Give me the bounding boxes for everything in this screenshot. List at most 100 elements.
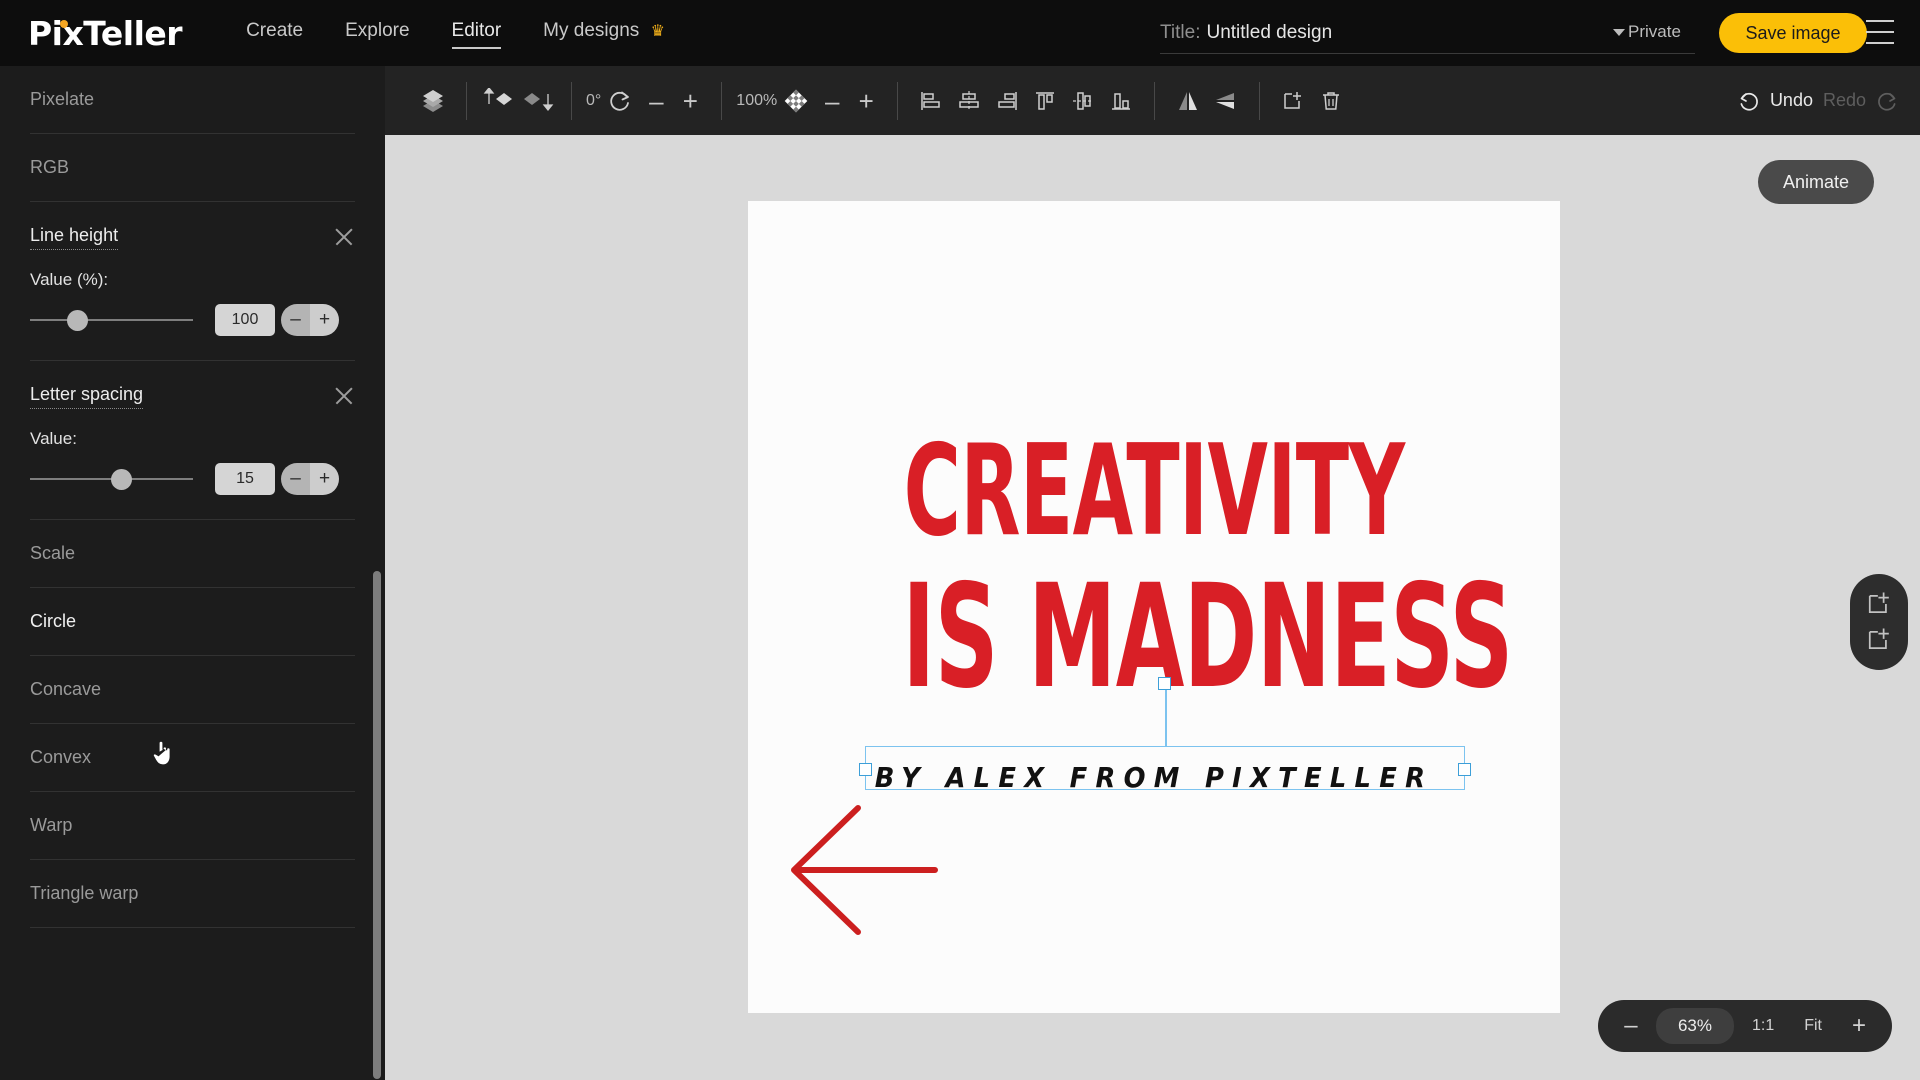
- save-image-button[interactable]: Save image: [1719, 13, 1867, 53]
- crown-icon: ♛: [650, 23, 665, 40]
- rotation-handle-line: [1165, 690, 1167, 747]
- bring-forward-icon[interactable]: [481, 82, 519, 120]
- sidebar-label-scale: Scale: [30, 543, 76, 563]
- chevron-down-icon: [1613, 28, 1625, 36]
- section-title-line-height[interactable]: Line height: [30, 225, 119, 250]
- close-icon-line-height[interactable]: [333, 226, 355, 248]
- section-letter-spacing: Letter spacing Value: – +: [30, 361, 355, 520]
- flip-horizontal-icon[interactable]: [1169, 82, 1207, 120]
- nav-item-explore[interactable]: Explore: [345, 20, 409, 46]
- align-top-icon[interactable]: [1026, 82, 1064, 120]
- slider-letter-spacing[interactable]: [30, 469, 193, 490]
- nav-item-editor[interactable]: Editor: [451, 20, 502, 49]
- toolbar-divider: [897, 81, 899, 120]
- redo-button[interactable]: Redo: [1823, 90, 1866, 111]
- flip-vertical-icon[interactable]: [1207, 82, 1245, 120]
- sidebar-item-pixelate[interactable]: Pixelate: [30, 66, 355, 134]
- increment-letter-spacing[interactable]: +: [310, 463, 339, 495]
- editor-toolbar: 0° – + 100% – + Undo Redo: [385, 66, 1920, 135]
- slider-knob-letter-spacing[interactable]: [110, 469, 132, 490]
- duplicate-frame-icon[interactable]: [1864, 625, 1894, 655]
- sidebar-item-triangle-warp[interactable]: Triangle warp: [30, 860, 355, 928]
- opacity-checker-icon[interactable]: [777, 82, 815, 120]
- nav-item-create[interactable]: Create: [246, 20, 303, 46]
- resize-handle-right[interactable]: [1458, 763, 1471, 776]
- resize-handle-left[interactable]: [859, 763, 872, 776]
- pixteller-logo[interactable]: PixTeller: [28, 13, 183, 53]
- sidebar-item-warp[interactable]: Warp: [30, 792, 355, 860]
- sidebar-scrollbar[interactable]: [373, 571, 381, 1079]
- align-left-icon[interactable]: [912, 82, 950, 120]
- toolbar-divider: [466, 81, 467, 120]
- value-input-line-height[interactable]: [215, 304, 275, 336]
- canvas-stage[interactable]: CREATIVITY IS MADNESS BY ALEX FROM PIXTE…: [385, 135, 1920, 1080]
- slider-row-letter-spacing: – +: [30, 463, 355, 495]
- section-header-letter-spacing: Letter spacing: [30, 379, 355, 413]
- increment-line-height[interactable]: +: [310, 304, 339, 336]
- decrement-letter-spacing[interactable]: –: [281, 463, 310, 495]
- zoom-actual-size-button[interactable]: 1:1: [1740, 1009, 1786, 1043]
- sidebar-label-concave: Concave: [30, 679, 102, 699]
- trash-icon[interactable]: [1312, 82, 1350, 120]
- sidebar-item-circle[interactable]: Circle: [30, 588, 355, 656]
- toolbar-divider: [571, 81, 572, 120]
- rotation-increment[interactable]: +: [673, 88, 707, 114]
- zoom-fit-button[interactable]: Fit: [1792, 1009, 1834, 1043]
- section-title-letter-spacing[interactable]: Letter spacing: [30, 384, 144, 409]
- opacity-decrement[interactable]: –: [815, 88, 849, 114]
- sidebar-item-rgb[interactable]: RGB: [30, 134, 355, 202]
- decrement-line-height[interactable]: –: [281, 304, 310, 336]
- sidebar-label-rgb: RGB: [30, 157, 70, 177]
- history-controls: Undo Redo: [1738, 66, 1898, 135]
- slider-track-line-height: [30, 319, 193, 321]
- privacy-label: Private: [1628, 22, 1681, 41]
- slider-line-height[interactable]: [30, 310, 193, 331]
- nav-item-my-designs[interactable]: My designs ♛: [543, 20, 665, 46]
- sidebar-item-concave[interactable]: Concave: [30, 656, 355, 724]
- opacity-increment[interactable]: +: [849, 88, 883, 114]
- opacity-value[interactable]: 100%: [736, 92, 777, 110]
- slider-knob-line-height[interactable]: [66, 310, 88, 331]
- nav-label-create: Create: [246, 20, 304, 41]
- rotation-decrement[interactable]: –: [639, 88, 673, 114]
- headline-line-1[interactable]: CREATIVITY: [902, 428, 1405, 554]
- layers-icon[interactable]: [414, 82, 452, 120]
- zoom-in-button[interactable]: +: [1840, 1007, 1878, 1045]
- close-icon-letter-spacing[interactable]: [333, 385, 355, 407]
- headline-line-2[interactable]: IS MADNESS: [902, 565, 1513, 708]
- toolbar-divider: [721, 81, 723, 120]
- redo-arrow-icon[interactable]: [1876, 90, 1898, 112]
- selection-box[interactable]: [859, 677, 1471, 790]
- title-label: Title:: [1160, 21, 1201, 43]
- animate-button[interactable]: Animate: [1758, 160, 1874, 204]
- send-backward-icon[interactable]: [519, 82, 557, 120]
- align-right-icon[interactable]: [988, 82, 1026, 120]
- undo-arrow-icon[interactable]: [1738, 90, 1760, 112]
- design-artboard[interactable]: CREATIVITY IS MADNESS BY ALEX FROM PIXTE…: [748, 201, 1560, 1013]
- nav-label-explore: Explore: [345, 20, 410, 41]
- toolbar-divider: [1259, 81, 1261, 120]
- rotation-value[interactable]: 0°: [586, 92, 601, 110]
- sidebar-item-convex[interactable]: Convex: [30, 724, 355, 792]
- duplicate-icon[interactable]: [1274, 82, 1312, 120]
- align-bottom-icon[interactable]: [1102, 82, 1140, 120]
- rotate-icon[interactable]: [601, 82, 639, 120]
- privacy-dropdown[interactable]: Private: [1613, 22, 1681, 42]
- sidebar-item-scale[interactable]: Scale: [30, 520, 355, 588]
- title-input[interactable]: [1206, 21, 1637, 44]
- align-center-vertical-icon[interactable]: [1064, 82, 1102, 120]
- zoom-out-button[interactable]: –: [1612, 1007, 1650, 1045]
- nav-label-editor: Editor: [451, 20, 502, 41]
- logo-dot-icon: [60, 19, 68, 28]
- zoom-percent-display[interactable]: 63%: [1655, 1008, 1734, 1044]
- sidebar-label-convex: Convex: [30, 747, 92, 767]
- hamburger-menu-icon[interactable]: [1866, 20, 1894, 44]
- align-center-horizontal-icon[interactable]: [950, 82, 988, 120]
- logo-text: PixTeller: [28, 13, 183, 53]
- rotation-handle[interactable]: [1158, 677, 1171, 690]
- undo-button[interactable]: Undo: [1770, 90, 1813, 111]
- stepper-letter-spacing: – +: [281, 463, 339, 495]
- add-frame-icon[interactable]: [1864, 589, 1894, 619]
- value-input-letter-spacing[interactable]: [215, 463, 275, 495]
- slider-row-line-height: – +: [30, 304, 355, 336]
